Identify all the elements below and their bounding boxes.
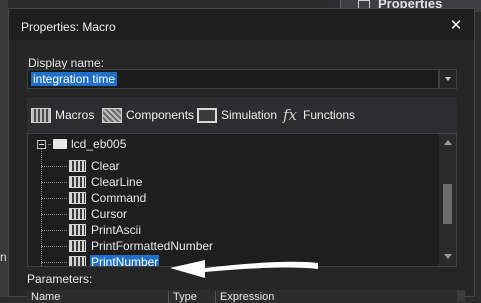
display-name-field[interactable]: integration time [27,69,439,89]
macro-icon [69,208,86,220]
macro-icon [69,160,86,172]
column-header-name[interactable]: Name [27,291,167,303]
component-icon [53,139,67,149]
simulation-icon [197,107,217,123]
parameters-scrollbar[interactable] [457,290,465,302]
tree-scrollbar[interactable] [439,134,456,266]
tree-item-label: PrintNumber [90,255,160,267]
scrollbar-thumb[interactable] [443,184,452,224]
dialog-title: Properties: Macro [21,20,116,34]
components-icon [102,107,122,123]
macro-icon [69,192,86,204]
parameters-table-header: Name Type Expression [27,290,457,303]
tab-simulation[interactable]: Simulation [197,107,277,123]
tab-label: Simulation [221,108,278,122]
tab-macros[interactable]: Macros [31,107,94,123]
display-name-value[interactable]: integration time [31,72,118,86]
chevron-down-icon [445,77,451,81]
tree-item[interactable]: Clear [41,158,121,174]
fx-icon: fx [283,106,298,124]
properties-macro-dialog: Properties: Macro ✕ Display name: integr… [8,8,475,303]
tree-item[interactable]: PrintAscii [41,222,142,238]
macro-icon [69,240,86,252]
column-header-type[interactable]: Type [168,291,215,303]
tab-label: Macros [55,108,95,122]
tree-item-label: PrintAscii [91,223,142,237]
tab-label: Components [126,108,195,122]
tree-item-label: Command [91,191,147,205]
parameters-label: Parameters: [27,272,93,286]
background-left-label: n [0,250,7,264]
tree-item-label: ClearLine [91,175,143,189]
tree-item-label: Clear [91,159,120,173]
tree-item[interactable]: PrintFormattedNumber [41,238,214,254]
category-tabs: Macros Components Simulation fx Function… [27,97,457,134]
tab-functions[interactable]: fx Functions [283,106,356,124]
tree-connector [48,143,51,145]
macro-tree[interactable]: lcd_eb005 Clear ClearLine Command Cursor… [27,133,457,267]
dialog-title-bar[interactable]: Properties: Macro ✕ [9,9,474,40]
tree-item[interactable]: Cursor [41,206,128,222]
tree-root-label: lcd_eb005 [71,137,127,151]
tree-root-node[interactable]: lcd_eb005 [37,136,126,152]
tab-label: Functions [303,108,356,122]
column-header-expression[interactable]: Expression [215,291,450,303]
macro-icon [69,224,86,236]
scroll-up-icon[interactable] [444,140,452,145]
display-name-dropdown-button[interactable] [439,69,457,89]
tab-components[interactable]: Components [102,107,194,123]
scroll-down-icon[interactable] [444,254,452,259]
macro-icon [69,256,86,266]
tree-item[interactable]: ClearLine [41,174,143,190]
macro-icon [69,176,86,188]
display-name-label: Display name: [28,56,105,70]
tree-item-label: Cursor [91,207,128,221]
close-button[interactable]: ✕ [446,16,466,36]
macros-icon [31,107,51,123]
collapse-icon[interactable] [37,139,46,149]
tree-item-label: PrintFormattedNumber [91,239,214,253]
tree-item-selected[interactable]: PrintNumber [41,254,160,267]
tree-item[interactable]: Command [41,190,147,206]
